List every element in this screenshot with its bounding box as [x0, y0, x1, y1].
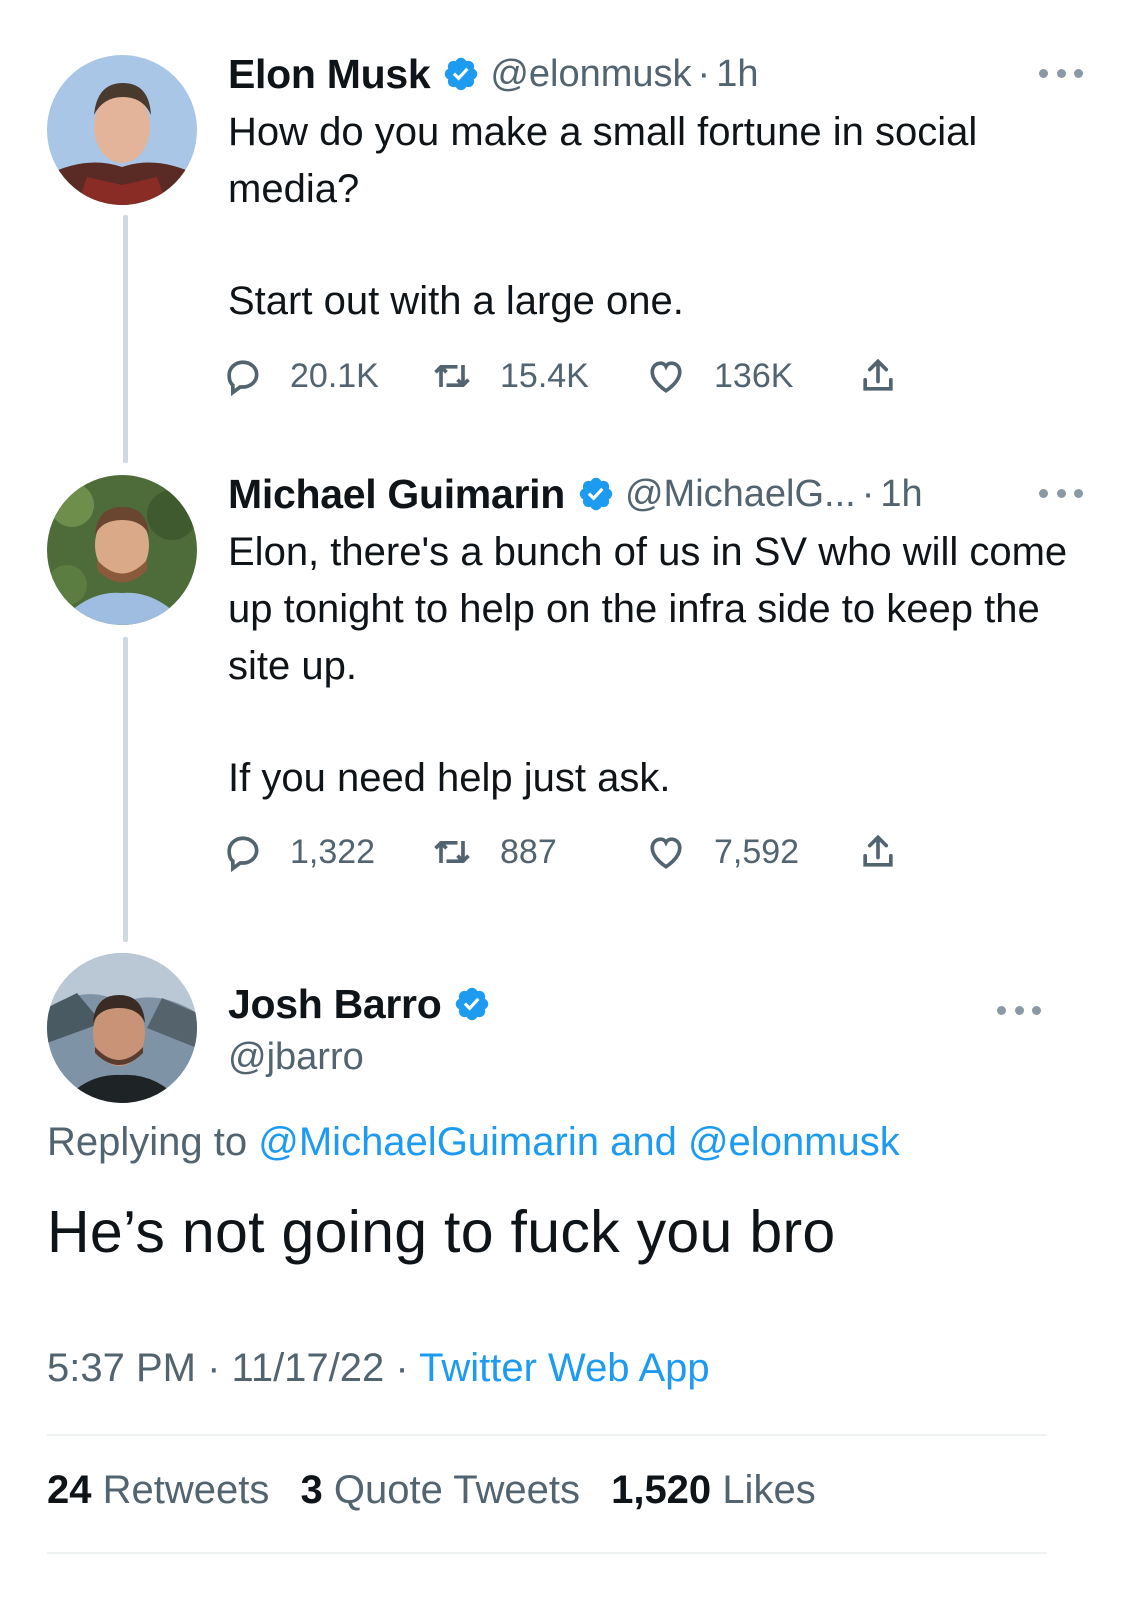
tweet-text: How do you make a small fortune in socia…	[228, 104, 1083, 330]
replying-prefix: Replying to	[47, 1120, 248, 1164]
reply-count: 1,322	[290, 832, 376, 871]
tweet[interactable]: Michael Guimarin @MichaelG... · 1h Elon,…	[228, 468, 1083, 807]
main-tweet-author: Josh Barro @jbarro	[228, 978, 501, 1079]
like-icon	[650, 837, 682, 869]
tweet-paragraph: Start out with a large one.	[228, 279, 684, 323]
replying-and: and	[610, 1120, 677, 1164]
separator: ·	[861, 472, 875, 515]
reply-icon	[227, 836, 259, 873]
avatar[interactable]	[47, 475, 197, 625]
reply-icon	[227, 360, 259, 397]
author-handle[interactable]: @elonmusk	[490, 53, 691, 96]
thread-line	[123, 637, 128, 942]
separator: ·	[395, 1346, 409, 1390]
likes-label: Likes	[722, 1468, 816, 1512]
share-button[interactable]	[856, 826, 900, 878]
replying-to: Replying to @MichaelGuimarin and @elonmu…	[47, 1120, 900, 1165]
reply-button[interactable]: 1,322	[220, 826, 375, 878]
tweet-actions: 1,322 887 7,592	[220, 826, 920, 878]
like-count: 136K	[714, 356, 794, 395]
likes-stat[interactable]: 1,520 Likes	[611, 1468, 816, 1512]
more-icon[interactable]	[997, 995, 1041, 1025]
retweet-icon	[434, 841, 470, 863]
reply-button[interactable]: 20.1K	[220, 350, 379, 402]
more-icon[interactable]	[1039, 58, 1083, 88]
separator: ·	[697, 52, 711, 95]
reply-count: 20.1K	[290, 356, 379, 395]
author-handle[interactable]: @MichaelG...	[625, 473, 856, 516]
divider	[47, 1552, 1047, 1554]
timestamp[interactable]: 1h	[716, 53, 758, 96]
author-name[interactable]: Michael Guimarin	[228, 471, 565, 518]
tweet-actions: 20.1K 15.4K 136K	[220, 350, 920, 402]
tweet-paragraph: If you need help just ask.	[228, 756, 671, 800]
retweet-count: 887	[500, 832, 557, 871]
retweets-label: Retweets	[102, 1468, 270, 1512]
share-icon	[863, 834, 893, 867]
quotes-label: Quote Tweets	[333, 1468, 580, 1512]
verified-badge-icon	[445, 57, 478, 91]
tweet-time[interactable]: 5:37 PM	[47, 1346, 196, 1390]
more-icon[interactable]	[1039, 478, 1083, 508]
retweet-icon	[434, 365, 470, 387]
quote-tweets-stat[interactable]: 3 Quote Tweets	[301, 1468, 580, 1512]
avatar[interactable]	[47, 953, 197, 1103]
tweet-paragraph: How do you make a small fortune in socia…	[228, 110, 978, 211]
thread-line	[123, 215, 128, 463]
retweet-button[interactable]: 887	[430, 826, 557, 878]
tweet-meta: 5:37 PM · 11/17/22 · Twitter Web App	[47, 1346, 710, 1391]
tweet-date[interactable]: 11/17/22	[232, 1346, 385, 1390]
like-icon	[650, 361, 682, 393]
avatar[interactable]	[47, 55, 197, 205]
author-handle[interactable]: @jbarro	[228, 1036, 501, 1079]
author-name[interactable]: Josh Barro	[228, 981, 442, 1028]
main-tweet-text: He’s not going to fuck you bro	[47, 1199, 836, 1265]
mention-link[interactable]: @elonmusk	[688, 1120, 900, 1164]
divider	[47, 1434, 1047, 1436]
like-button[interactable]: 7,592	[644, 826, 799, 878]
like-button[interactable]: 136K	[644, 350, 793, 402]
mention-link[interactable]: @MichaelGuimarin	[258, 1120, 599, 1164]
retweets-stat[interactable]: 24 Retweets	[47, 1468, 269, 1512]
author-name[interactable]: Elon Musk	[228, 51, 431, 98]
like-count: 7,592	[714, 832, 800, 871]
tweet-paragraph: Elon, there's a bunch of us in SV who wi…	[228, 530, 1068, 688]
tweet-stats: 24 Retweets 3 Quote Tweets 1,520 Likes	[47, 1468, 836, 1513]
tweet-text: Elon, there's a bunch of us in SV who wi…	[228, 524, 1083, 807]
timestamp[interactable]: 1h	[880, 473, 922, 516]
likes-count: 1,520	[611, 1468, 712, 1512]
verified-badge-icon	[579, 477, 613, 511]
tweet[interactable]: Elon Musk @elonmusk · 1h How do you make…	[228, 48, 1083, 330]
retweets-count: 24	[47, 1468, 92, 1512]
retweet-button[interactable]: 15.4K	[430, 350, 589, 402]
separator: ·	[207, 1346, 221, 1390]
source-link[interactable]: Twitter Web App	[419, 1346, 710, 1390]
verified-badge-icon	[456, 987, 489, 1021]
quotes-count: 3	[300, 1468, 323, 1512]
share-button[interactable]	[856, 350, 900, 402]
retweet-count: 15.4K	[500, 356, 589, 395]
share-icon	[863, 358, 893, 391]
